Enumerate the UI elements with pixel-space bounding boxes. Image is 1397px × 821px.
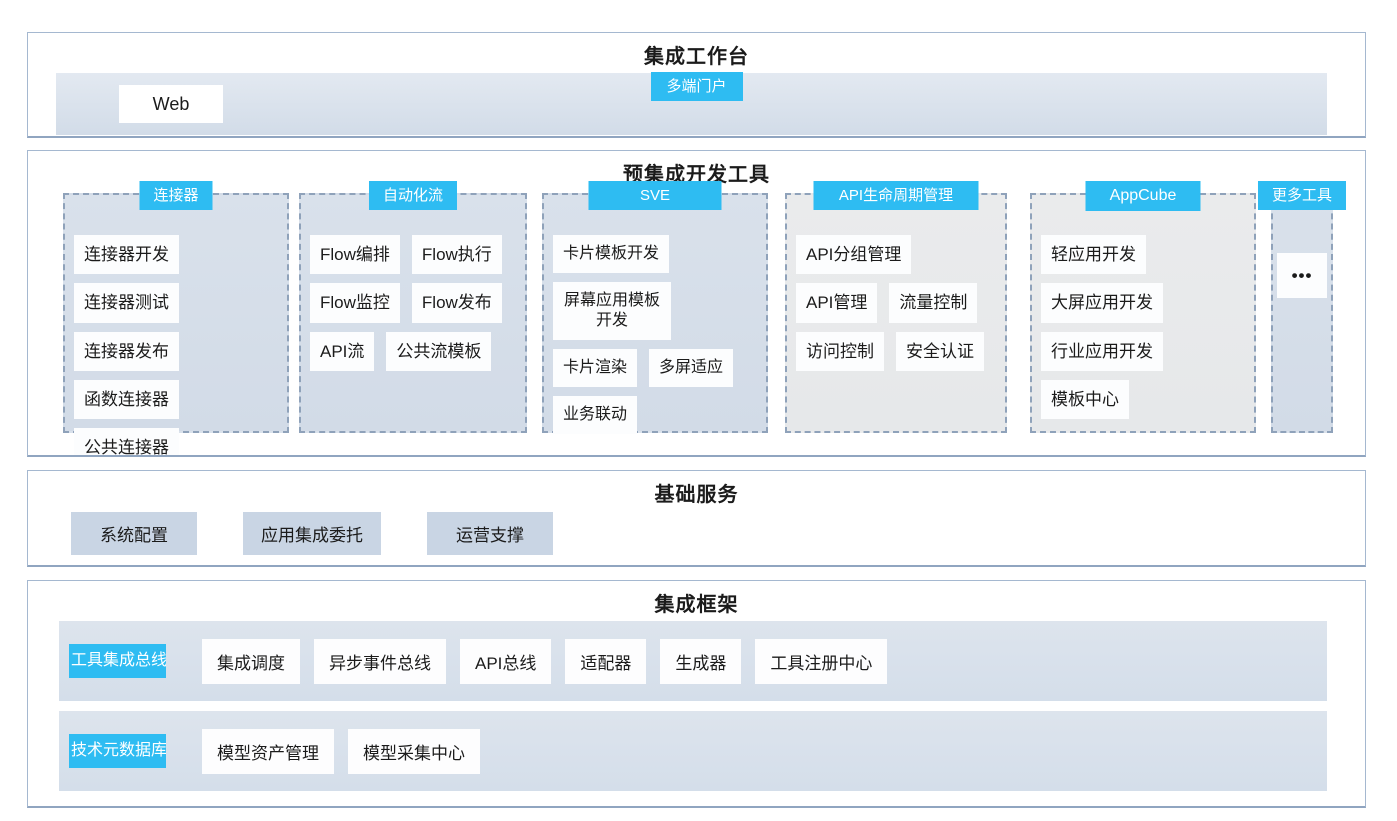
tool-column: 更多工具 •••	[1257, 181, 1347, 433]
framework-item: 生成器	[660, 638, 742, 684]
tool-item: •••	[1277, 253, 1327, 299]
tool-column: API生命周期管理 API分组管理 API管理 流量控制 访问控制 安全认证	[785, 181, 1007, 433]
basic-service-box: 系统配置	[71, 512, 197, 555]
framework-row-metadata: 技术元数据库 模型资产管理 模型采集中心	[59, 711, 1327, 791]
tool-item: 访问控制	[796, 331, 884, 371]
framework-item: 模型采集中心	[348, 728, 480, 774]
tool-column-tag: 连接器	[139, 181, 213, 210]
tool-item: 轻应用开发	[1041, 235, 1146, 275]
framework-bus-tag: 工具集成总线	[69, 644, 166, 678]
section-dev-tools: 预集成开发工具 连接器 连接器开发 连接器测试 连接器发布 函数连接器 公共连接器 自动化流…	[27, 150, 1366, 457]
tool-column: 连接器连接器开发连接器测试连接器发布函数连接器公共连接器	[63, 181, 289, 455]
tool-item: 连接器发布	[74, 331, 179, 371]
workbench-title: 集成工作台	[644, 46, 749, 68]
tool-item: Flow发布	[411, 283, 502, 323]
tool-item: 业务联动	[553, 396, 638, 434]
tool-column-items: 轻应用开发大屏应用开发 行业应用开发 模板中心	[1032, 195, 1254, 419]
framework-row-tool-bus: 工具集成总线 集成调度 异步事件总线 API总线 适配器 生成器 工具注册中心	[59, 621, 1327, 701]
tool-item: 公共连接器	[74, 428, 179, 455]
tool-item: 模板中心	[1041, 379, 1129, 419]
architecture-diagram: 集成工作台 多端门户 Web 预集成开发工具 连接器 连接器开发 连接器测试 连接器发…	[0, 0, 1397, 821]
framework-item: 异步事件总线	[314, 638, 446, 684]
tool-column-tag: AppCube	[1085, 181, 1201, 211]
framework-item: 工具注册中心	[755, 638, 888, 684]
section-integration-workbench: 集成工作台 多端门户 Web	[27, 32, 1366, 138]
section-integration-framework: 集成框架 工具集成总线 集成调度 异步事件总线 API总线 适配器 生成器 工具注册中心 技…	[27, 580, 1366, 808]
tool-item: API管理	[796, 283, 878, 323]
tool-item: 流量控制	[889, 283, 978, 323]
framework-items: 模型资产管理 模型采集中心	[202, 728, 480, 774]
framework-item: 集成调度	[202, 638, 300, 684]
tool-item: 屏幕应用模板开发	[553, 282, 671, 340]
tool-column: SVE 卡片模板开发 屏幕应用模板开发 卡片渲染 多屏适应 业务联动	[542, 181, 768, 434]
tool-column-tag: 自动化流	[368, 181, 458, 210]
basic-services-title: 基础服务	[654, 484, 739, 506]
tool-column-items: 连接器开发连接器测试连接器发布函数连接器公共连接器	[65, 195, 287, 455]
tool-column: 自动化流 Flow编排 Flow执行 Flow监控 Flow发布 API流 公共流模板	[299, 181, 527, 433]
basic-service-box: 应用集成委托	[243, 512, 381, 555]
tool-item: 多屏适应	[649, 349, 734, 387]
tool-item: Flow执行	[411, 235, 502, 275]
tool-item: 大屏应用开发	[1041, 283, 1163, 323]
tool-item: 公共流模板	[386, 331, 492, 371]
tool-column-items: •••	[1273, 195, 1331, 299]
tool-item: API分组管理	[796, 235, 912, 275]
tool-item: 连接器开发	[74, 235, 179, 275]
web-client-box: Web	[119, 85, 223, 123]
tool-item: 安全认证	[896, 331, 984, 371]
tool-column-items: API分组管理 API管理 流量控制 访问控制 安全认证	[787, 195, 1005, 371]
tool-item: Flow编排	[310, 235, 400, 275]
dev-tools-columns: 连接器 连接器开发 连接器测试 连接器发布 函数连接器 公共连接器 自动化流 Flow编排 Fl…	[63, 181, 1347, 455]
basic-services-row: 系统配置 应用集成委托 运营支撑	[71, 512, 553, 555]
tool-item: 连接器测试	[74, 283, 179, 323]
framework-items: 集成调度 异步事件总线 API总线 适配器 生成器 工具注册中心	[202, 638, 888, 684]
tool-column-tag: SVE	[588, 181, 722, 210]
tool-column-tag: 更多工具	[1257, 181, 1347, 210]
framework-item: API总线	[460, 638, 552, 684]
framework-title: 集成框架	[654, 594, 739, 616]
tool-item: 卡片模板开发	[553, 235, 670, 273]
tool-item: Flow监控	[310, 283, 400, 323]
basic-service-box: 运营支撑	[427, 512, 553, 555]
tool-item: API流	[310, 331, 375, 371]
tool-column-items: 卡片模板开发屏幕应用模板开发卡片渲染 多屏适应 业务联动	[544, 195, 766, 434]
framework-item: 适配器	[565, 638, 647, 684]
tool-item: 行业应用开发	[1041, 331, 1163, 371]
section-basic-services: 基础服务 系统配置 应用集成委托 运营支撑	[27, 470, 1366, 567]
tool-column-items: Flow编排 Flow执行 Flow监控 Flow发布 API流 公共流模板	[301, 195, 525, 371]
framework-bus-tag: 技术元数据库	[69, 734, 166, 768]
framework-item: 模型资产管理	[202, 728, 334, 774]
tool-column-tag: API生命周期管理	[813, 181, 979, 210]
multi-portal-tag: 多端门户	[650, 72, 743, 101]
tool-column: AppCube 轻应用开发 大屏应用开发 行业应用开发 模板中心	[1030, 181, 1256, 433]
tool-item: 函数连接器	[74, 379, 179, 419]
tool-item: 卡片渲染	[553, 349, 638, 387]
